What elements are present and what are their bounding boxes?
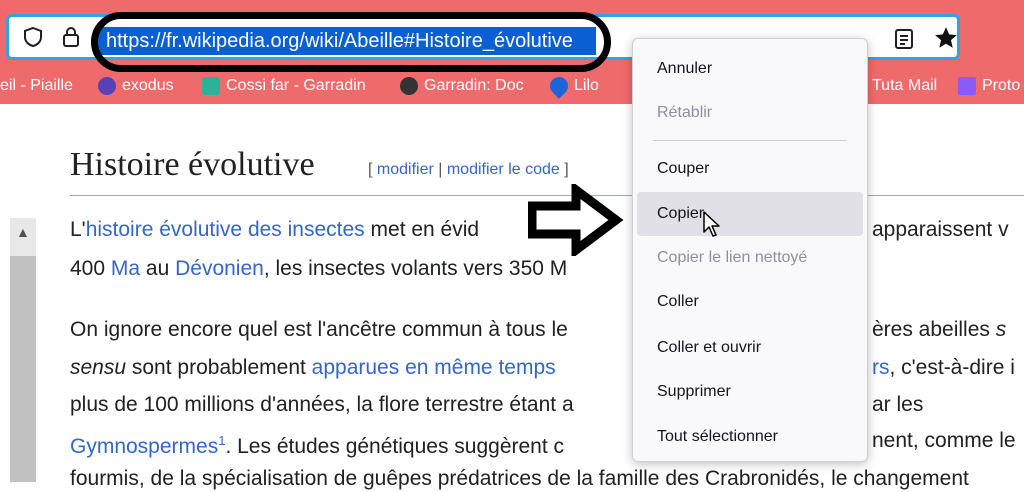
bookmarks-bar: eil - Piaille exodus Cossi far - Garradi…: [0, 73, 1024, 104]
paragraph-line: On ignore encore quel est l'ancêtre comm…: [70, 318, 568, 341]
bracket: ]: [559, 161, 569, 178]
menu-item-paste[interactable]: Coller: [637, 280, 863, 324]
garradin-doc-icon: [400, 77, 418, 95]
menu-item-paste-and-go[interactable]: Coller et ouvrir: [637, 326, 863, 370]
shield-icon[interactable]: [21, 25, 45, 49]
link[interactable]: Gymnospermes: [70, 435, 218, 458]
bookmark-label: Garradin: Doc: [424, 77, 524, 94]
garradin-icon: [202, 77, 220, 95]
paragraph-line: nent, comme le: [872, 429, 1016, 452]
menu-item-cut[interactable]: Couper: [637, 147, 863, 191]
annotation-arrow-icon: [527, 181, 624, 261]
bookmark-item[interactable]: Proto: [958, 77, 1020, 95]
lock-icon[interactable]: [59, 25, 83, 49]
bookmark-item[interactable]: exodus: [98, 77, 174, 95]
mouse-cursor-icon: [702, 210, 722, 243]
menu-item-redo[interactable]: Rétablir: [637, 91, 863, 135]
link[interactable]: Ma: [111, 257, 140, 280]
bookmark-item[interactable]: Tuta Mail: [872, 77, 937, 95]
paragraph-line: fourmis, de la spécialisation de guêpes …: [70, 467, 969, 490]
section-heading: Histoire évolutive: [70, 146, 315, 183]
scrollbar-thumb[interactable]: [10, 256, 36, 482]
link[interactable]: histoire évolutive des insectes: [86, 218, 365, 241]
bookmark-star-icon[interactable]: [933, 25, 959, 56]
bookmark-label: Tuta Mail: [872, 77, 938, 94]
paragraph-line: Gymnospermes1. Les études génétiques sug…: [70, 433, 565, 458]
edit-source-link[interactable]: modifier le code: [447, 161, 560, 178]
edit-link[interactable]: modifier: [377, 161, 434, 178]
browser-toolbar: https://fr.wikipedia.org/wiki/Abeille#Hi…: [0, 0, 1024, 104]
paragraph-line: ères abeilles s: [872, 318, 1007, 341]
menu-item-copy[interactable]: Copier: [637, 192, 863, 236]
paragraph-line: rs, c'est-à-dire i: [872, 356, 1015, 379]
paragraph-line: sensu sont probablement apparues en même…: [70, 356, 556, 379]
menu-item-select-all[interactable]: Tout sélectionner: [637, 415, 863, 459]
bookmark-item[interactable]: Garradin: Doc: [400, 77, 524, 95]
paragraph-line: apparaissent v: [872, 218, 1009, 241]
annotation-oval: [91, 12, 611, 72]
bookmark-label: Cossi far - Garradin: [226, 77, 366, 94]
bookmark-item[interactable]: Lilo: [546, 73, 599, 99]
link[interactable]: apparues en même temps: [312, 356, 556, 379]
bookmark-label: eil - Piaille: [0, 77, 73, 94]
separator: |: [433, 161, 447, 178]
paragraph-line: L'histoire évolutive des insectes met en…: [70, 218, 480, 241]
menu-item-undo[interactable]: Annuler: [637, 47, 863, 91]
paragraph-line: plus de 100 millions d'années, la flore …: [70, 393, 574, 416]
scrollbar[interactable]: ▲: [10, 218, 36, 482]
bracket: [: [368, 161, 377, 178]
bookmark-label: Proto: [982, 77, 1021, 94]
paragraph-line: ar les: [872, 393, 924, 416]
menu-separator: [653, 140, 847, 141]
exodus-icon: [98, 77, 116, 95]
bookmark-label: exodus: [122, 77, 174, 94]
chevron-up-icon[interactable]: ▲: [16, 224, 30, 240]
link[interactable]: Dévonien: [175, 257, 264, 280]
lilo-drop-icon: [546, 73, 572, 99]
menu-item-copy-clean-link[interactable]: Copier le lien nettoyé: [637, 236, 863, 280]
bookmark-item[interactable]: eil - Piaille: [0, 77, 73, 95]
link[interactable]: rs: [872, 356, 890, 379]
edit-links: [ modifier | modifier le code ]: [368, 161, 569, 179]
context-menu: Annuler Rétablir Couper Copier Copier le…: [632, 38, 868, 462]
proton-icon: [958, 77, 976, 95]
menu-item-delete[interactable]: Supprimer: [637, 370, 863, 414]
reader-view-icon[interactable]: [893, 27, 915, 56]
bookmark-item[interactable]: Cossi far - Garradin: [202, 77, 366, 95]
paragraph-line: 400 Ma au Dévonien, les insectes volants…: [70, 257, 568, 280]
bookmark-label: Lilo: [574, 77, 599, 94]
